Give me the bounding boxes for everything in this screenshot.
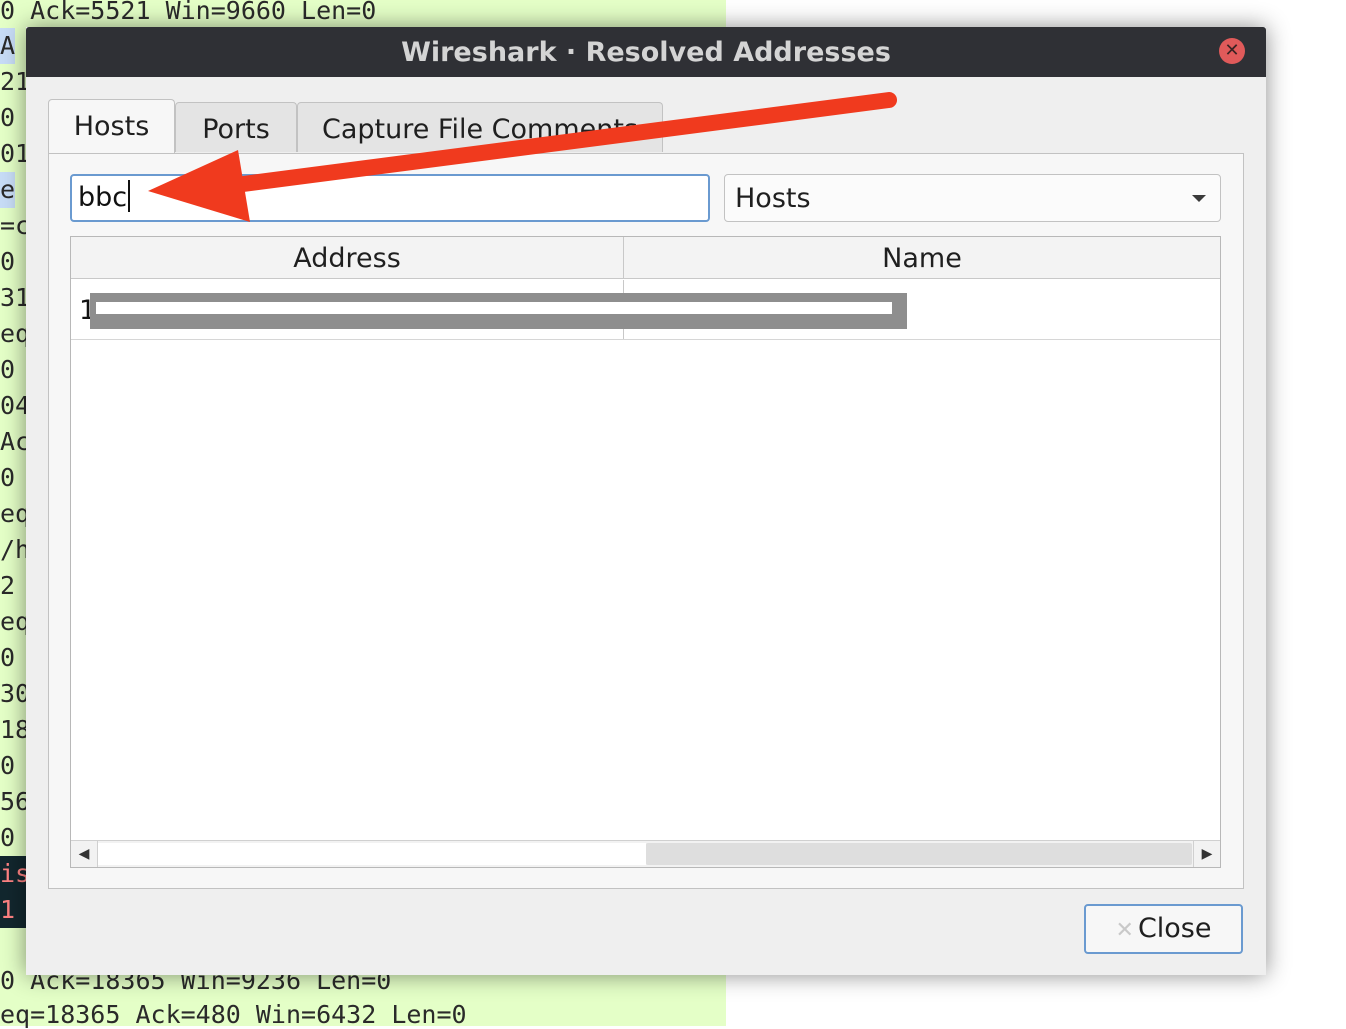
tab-ports[interactable]: Ports [175,102,297,152]
search-input[interactable]: bbc [70,174,710,222]
packet-row-fragment: A [0,28,16,64]
host-type-select-value: Hosts [735,183,811,214]
packet-row-fragment: e [0,172,16,208]
search-input-value: bbc [78,182,128,213]
packet-row-fragment: 2 [0,571,16,600]
packet-row-fragment: 0 [0,103,16,132]
packet-row-fragment: 0 [0,355,16,384]
packet-row-fragment: 0 [0,751,16,780]
scroll-right-icon[interactable]: ▶ [1193,841,1220,867]
scroll-track[interactable] [98,843,646,865]
packet-row-text: 0 Ack=5521 Win=9660 Len=0 [0,0,377,25]
close-button[interactable]: ✕ Close [1084,904,1243,954]
resolved-hosts-table: Address Name 1 ◀ ▶ [70,236,1221,868]
column-header-name[interactable]: Name [623,237,1220,279]
packet-row-fragment: 0 [0,463,16,492]
chevron-down-icon [1192,195,1206,202]
scroll-left-icon[interactable]: ◀ [71,841,98,867]
scroll-thumb[interactable] [646,843,1192,865]
close-icon[interactable]: ✕ [1219,38,1245,64]
redaction-stripe [96,302,892,314]
column-header-address[interactable]: Address [71,237,623,279]
resolved-addresses-dialog: Wireshark · Resolved Addresses ✕ Hosts P… [26,27,1266,975]
horizontal-scrollbar[interactable]: ◀ ▶ [71,840,1220,867]
text-cursor [128,180,131,212]
dialog-title: Wireshark · Resolved Addresses [401,37,891,68]
close-button-label: Close [1137,913,1212,944]
title-bar: Wireshark · Resolved Addresses ✕ [26,27,1266,77]
packet-row-fragment: 0 [0,247,16,276]
packet-row-fragment: 0 [0,823,16,852]
packet-row-text: eq=18365 Ack=480 Win=6432 Len=0 [0,1000,467,1029]
packet-row-fragment: 0 [0,643,16,672]
tab-hosts[interactable]: Hosts [48,99,175,155]
close-icon: ✕ [1115,918,1134,943]
tab-capture-file-comments[interactable]: Capture File Comments [297,102,663,152]
host-type-select[interactable]: Hosts [724,174,1221,222]
